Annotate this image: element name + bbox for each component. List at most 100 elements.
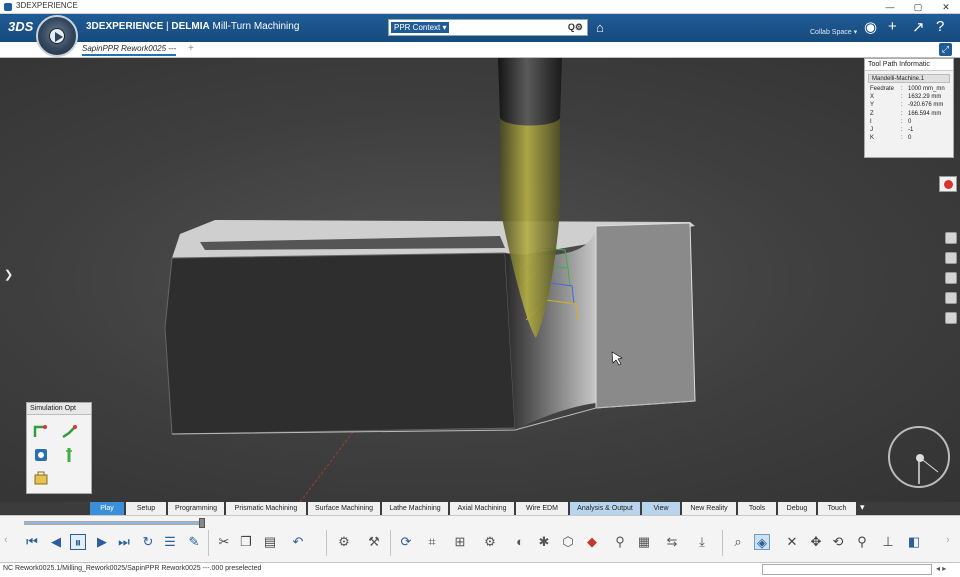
expand-left-arrow-icon[interactable]: ❯: [4, 268, 13, 281]
restart-icon[interactable]: ↻: [140, 534, 156, 550]
transform-icon[interactable]: ⇆: [664, 534, 680, 550]
tab-prismatic-machining[interactable]: Prismatic Machining: [226, 502, 306, 515]
tp-row-z: Z:166.594 mm: [865, 110, 953, 118]
ds-logo-icon[interactable]: 3DS: [8, 19, 33, 34]
edit-icon[interactable]: ✎: [186, 534, 202, 550]
share-icon[interactable]: ↗: [912, 18, 925, 36]
toolbar-scroll-left-icon[interactable]: ‹: [4, 534, 8, 546]
slider-handle[interactable]: [199, 518, 205, 528]
search-box[interactable]: PPR Context ▾ Q⚙: [388, 19, 588, 36]
machine-name[interactable]: Mandelli-Machine.1: [868, 74, 950, 83]
simulation-progress-slider[interactable]: [24, 521, 204, 525]
minimize-button[interactable]: —: [876, 0, 904, 14]
program-icon[interactable]: ⌗: [424, 534, 440, 550]
color-analysis-icon[interactable]: ◆: [584, 534, 600, 550]
tab-analysis-output[interactable]: Analysis & Output: [570, 502, 640, 515]
record-icon[interactable]: [939, 176, 957, 192]
compass-center[interactable]: [49, 28, 65, 44]
report-icon[interactable]: ▦: [636, 534, 652, 550]
tab-axial-machining[interactable]: Axial Machining: [450, 502, 514, 515]
brand-name: 3DEXPERIENCE: [86, 21, 164, 32]
step-back-icon[interactable]: ◀: [48, 534, 64, 550]
toolpath-green-icon[interactable]: [33, 423, 49, 439]
operation-icon[interactable]: ⊞: [452, 534, 468, 550]
cut-icon[interactable]: ✂: [216, 534, 232, 550]
search-icon[interactable]: Q⚙: [568, 22, 583, 33]
action-toolbar: ‹ ⏮ ◀ ⏸ ▶ ⏭ ↻ ☰ ✎ ✂ ❐ ▤ ↶ ⚙ ⚒ ⟳ ⌗ ⊞ ⚙ ◐ …: [0, 515, 960, 562]
collision-icon[interactable]: ✱: [536, 534, 552, 550]
view-side-icon-4[interactable]: [945, 292, 957, 304]
tp-label: Feedrate: [870, 86, 895, 92]
rotate-icon[interactable]: ⟲: [830, 534, 846, 550]
tab-setup[interactable]: Setup: [126, 502, 166, 515]
tab-touch[interactable]: Touch: [818, 502, 856, 515]
help-icon[interactable]: ?: [936, 18, 944, 35]
document-tab[interactable]: SapinPPR Rework0025 ---: [82, 44, 177, 56]
paste-icon[interactable]: ▤: [262, 534, 278, 550]
tab-surface-machining[interactable]: Surface Machining: [308, 502, 380, 515]
tab-programming[interactable]: Programming: [168, 502, 224, 515]
tool-display-icon[interactable]: [61, 447, 77, 463]
view-side-icon-2[interactable]: [945, 252, 957, 264]
tool-change-icon[interactable]: ⚒: [366, 534, 382, 550]
step-forward-fast-icon[interactable]: ⏭: [116, 534, 132, 550]
list-icon[interactable]: ☰: [162, 534, 178, 550]
toolpath-red-icon[interactable]: [61, 423, 77, 439]
tp-row-y: Y: -920.676 mm: [865, 101, 953, 109]
maximize-button[interactable]: ▢: [904, 0, 932, 14]
output-icon[interactable]: ⤓: [694, 534, 710, 550]
play-icon: [55, 32, 63, 42]
probe-icon[interactable]: ⚲: [612, 534, 628, 550]
step-back-fast-icon[interactable]: ⏮: [24, 534, 40, 550]
undo-icon[interactable]: ↶: [290, 534, 306, 550]
tab-strip: SapinPPR Rework0025 --- + ⤢: [0, 42, 960, 58]
analysis-icon[interactable]: ⚙: [482, 534, 498, 550]
view-cube-icon[interactable]: ◈: [754, 534, 770, 550]
tab-wire-edm[interactable]: Wire EDM: [516, 502, 568, 515]
tool-path-rows: Feedrate:1000 mm_mn X:1632.29 mm Y: -920.…: [865, 85, 953, 142]
view-side-icon-3[interactable]: [945, 272, 957, 284]
zoom-in-out-icon[interactable]: ⚲: [854, 534, 870, 550]
measure-icon[interactable]: ◐: [512, 534, 528, 550]
collab-space-dropdown[interactable]: Collab Space ▾: [810, 28, 857, 36]
copy-icon[interactable]: ❐: [238, 534, 254, 550]
normal-view-icon[interactable]: ⊥: [880, 534, 896, 550]
tab-tools[interactable]: Tools: [738, 502, 776, 515]
machine-display-icon[interactable]: [33, 471, 49, 487]
add-icon[interactable]: +: [888, 18, 897, 35]
view-side-icon-1[interactable]: [945, 232, 957, 244]
command-input[interactable]: [762, 564, 932, 575]
tab-lathe-machining[interactable]: Lathe Machining: [382, 502, 448, 515]
user-icon[interactable]: ◉: [864, 18, 877, 36]
zoom-icon[interactable]: ⌕: [730, 534, 746, 550]
tp-value: 166.594 mm: [908, 110, 942, 117]
stock-icon[interactable]: ⬡: [560, 534, 576, 550]
expand-icon[interactable]: ⤢: [939, 43, 952, 56]
play-forward-icon[interactable]: ▶: [94, 534, 110, 550]
tp-label: I: [870, 118, 872, 125]
view-side-icon-5[interactable]: [945, 312, 957, 324]
tab-new-reality[interactable]: New Reality: [682, 502, 736, 515]
compass-icon[interactable]: [36, 15, 78, 57]
add-tab-button[interactable]: +: [188, 43, 194, 54]
render-style-icon[interactable]: ◧: [906, 534, 922, 550]
tab-play[interactable]: Play: [90, 502, 124, 515]
3d-viewport[interactable]: ❯ Tool Path Informatic Mandelli-Machine.…: [0, 58, 960, 502]
more-tabs-chevron-icon[interactable]: ▾: [860, 502, 865, 513]
status-scroll-icon[interactable]: ◂ ▸: [936, 564, 946, 573]
tab-debug[interactable]: Debug: [778, 502, 816, 515]
close-button[interactable]: ✕: [932, 0, 960, 14]
product-name: DELMIA: [171, 21, 210, 32]
ppr-context-dropdown[interactable]: PPR Context ▾: [391, 22, 450, 33]
navigation-compass[interactable]: [888, 426, 950, 488]
pause-icon[interactable]: ⏸: [70, 534, 86, 550]
material-removal-icon[interactable]: [33, 447, 49, 463]
replay-icon[interactable]: ⟳: [398, 534, 414, 550]
pan-icon[interactable]: ✥: [808, 534, 824, 550]
toolbar-scroll-right-icon[interactable]: ›: [946, 534, 950, 546]
machine-icon[interactable]: ⚙: [336, 534, 352, 550]
fit-all-icon[interactable]: ✕: [784, 534, 800, 550]
tab-view[interactable]: View: [642, 502, 680, 515]
nav-compass-center[interactable]: [916, 454, 924, 462]
tag-icon[interactable]: ⌂: [596, 20, 604, 35]
